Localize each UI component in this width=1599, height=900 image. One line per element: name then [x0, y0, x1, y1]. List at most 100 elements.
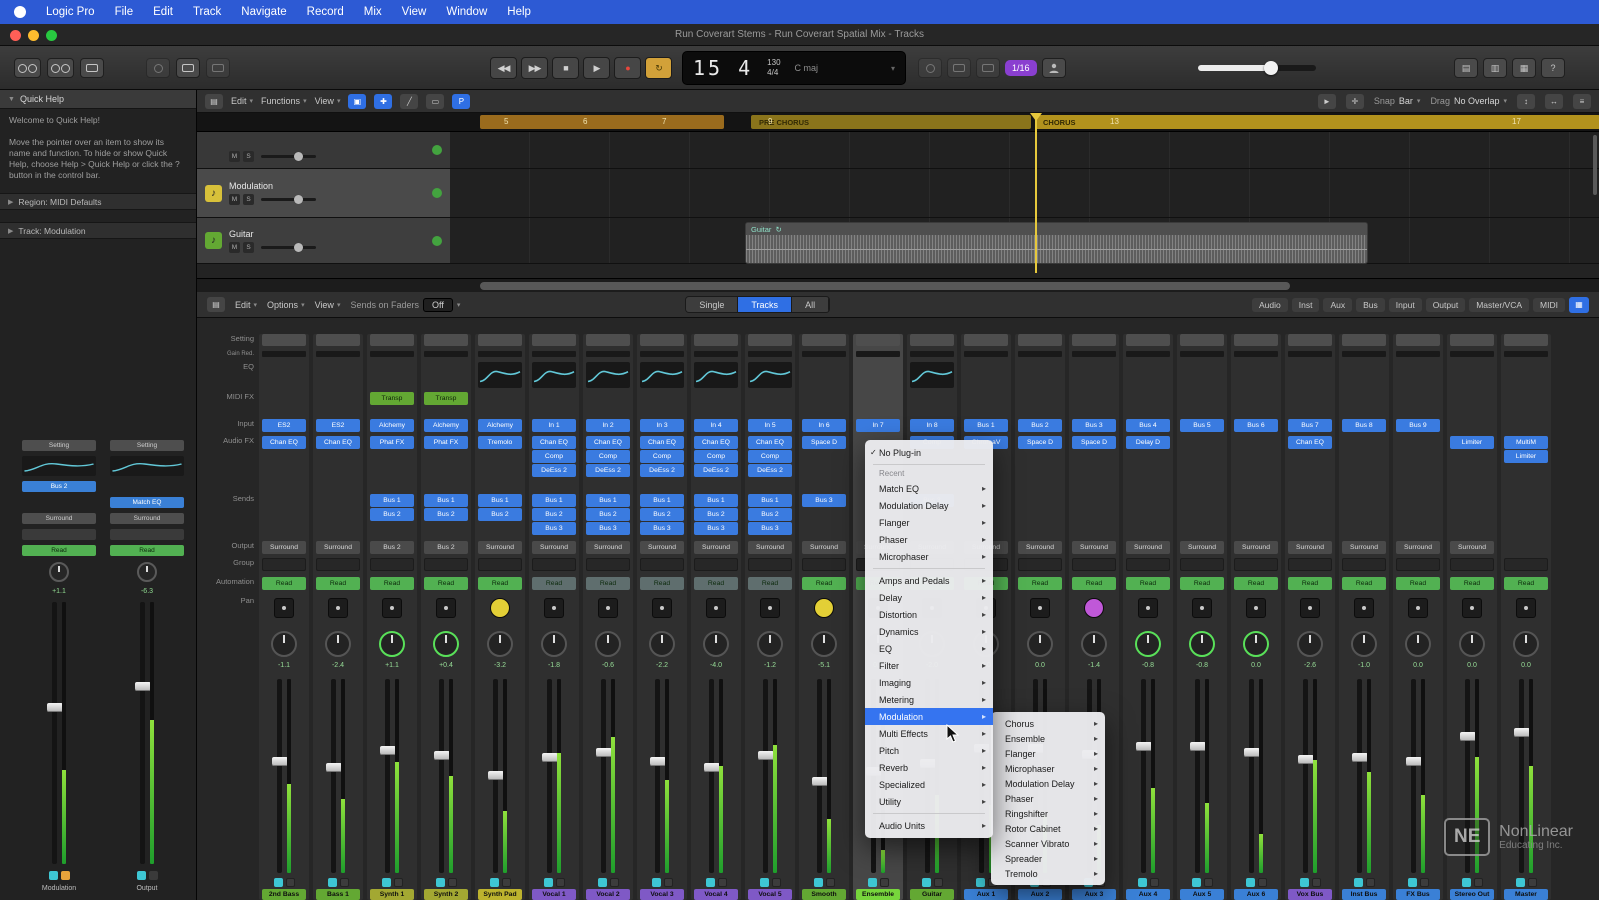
fader-cap[interactable] — [1351, 753, 1368, 763]
volume-fader[interactable] — [694, 677, 738, 875]
volume-fader[interactable] — [532, 677, 576, 875]
mute-button[interactable] — [651, 878, 661, 887]
channel-setting-button[interactable] — [1288, 334, 1332, 346]
output-slot[interactable]: Surround — [1288, 541, 1332, 554]
output-slot[interactable]: Surround — [1234, 541, 1278, 554]
quick-help-header[interactable]: ▼ Quick Help — [0, 90, 196, 109]
send-slot[interactable]: Bus 2 — [586, 508, 630, 521]
fader-cap[interactable] — [271, 757, 288, 767]
audio-fx-slot[interactable]: Chan EQ — [532, 436, 576, 449]
vertical-scrollbar[interactable] — [1593, 135, 1597, 195]
surround-panner[interactable] — [544, 598, 564, 618]
solo-button[interactable] — [1149, 878, 1159, 887]
audio-fx-slot[interactable]: DeEss 2 — [640, 464, 684, 477]
group-slot[interactable] — [586, 558, 630, 571]
toolbar-toggle-icon[interactable] — [80, 58, 104, 78]
menubar-item[interactable]: File — [105, 0, 144, 24]
plugin-submenu-item[interactable]: Tremolo ▸ — [991, 866, 1105, 881]
send-slot[interactable]: Bus 3 — [802, 494, 846, 507]
setting-button[interactable]: Setting — [22, 440, 96, 451]
surround-panner[interactable] — [652, 598, 672, 618]
pan-knob[interactable] — [433, 631, 459, 657]
output-slot[interactable]: Surround — [1018, 541, 1062, 554]
pointer-tool-selector[interactable]: ► — [1317, 93, 1336, 109]
send-slot[interactable]: Bus 2 — [640, 508, 684, 521]
audio-fx-slot[interactable]: Chan EQ — [586, 436, 630, 449]
channel-name[interactable]: Vocal 3 — [640, 889, 684, 900]
track-header[interactable]: ♪ Modulation M S — [197, 169, 450, 217]
channel-name[interactable]: Smooth — [802, 889, 846, 900]
mixer-menu[interactable]: Edit ▾ — [235, 300, 257, 310]
pan-knob[interactable] — [595, 631, 621, 657]
channel-filter-button[interactable]: Inst — [1291, 297, 1320, 312]
count-in-icon[interactable] — [947, 58, 971, 78]
group-slot[interactable] — [1450, 558, 1494, 571]
volume-fader[interactable] — [22, 600, 96, 866]
pan-knob[interactable] — [1459, 631, 1485, 657]
scrollbar-thumb[interactable] — [480, 282, 1290, 290]
audio-region[interactable]: Guitar ↻ — [745, 222, 1368, 264]
channel-setting-button[interactable] — [856, 334, 900, 346]
pan-knob[interactable] — [1243, 631, 1269, 657]
volume-fader[interactable] — [1234, 677, 1278, 875]
track-volume-slider[interactable] — [261, 242, 316, 252]
lcd-display[interactable]: 15 4 130 4/4 C maj ▾ — [682, 51, 906, 85]
surround-panner[interactable] — [1462, 598, 1482, 618]
audio-fx-slot[interactable]: DeEss 2 — [694, 464, 738, 477]
mute-button[interactable] — [1407, 878, 1417, 887]
audio-fx-slot[interactable]: Comp — [532, 450, 576, 463]
input-slot[interactable]: In 2 — [586, 419, 630, 432]
send-slot[interactable]: Bus 1 — [748, 494, 792, 507]
send-slot[interactable]: Bus 2 — [694, 508, 738, 521]
automation-mode-button[interactable]: Read — [1234, 577, 1278, 590]
fader-cap[interactable] — [379, 745, 396, 755]
group-slot[interactable] — [478, 558, 522, 571]
mute-button[interactable] — [136, 871, 146, 880]
snap-control[interactable]: Snap Bar ▾ — [1374, 96, 1421, 106]
fader-cap[interactable] — [325, 763, 342, 773]
plugin-menu-item[interactable]: Distortion ▸ — [865, 606, 993, 623]
mute-button[interactable] — [705, 878, 715, 887]
mute-button[interactable] — [1353, 878, 1363, 887]
audio-fx-slot[interactable]: DeEss 2 — [586, 464, 630, 477]
zoom-button[interactable] — [46, 30, 57, 41]
automation-mode-button[interactable]: Read — [478, 577, 522, 590]
input-slot[interactable]: Bus 7 — [1288, 419, 1332, 432]
mute-button[interactable] — [759, 878, 769, 887]
channel-name[interactable]: Aux 2 — [1018, 889, 1062, 900]
output-slot[interactable]: Surround — [586, 541, 630, 554]
sends-on-faders-value[interactable]: Off — [423, 297, 453, 312]
mixer-menu[interactable]: Options ▾ — [267, 300, 305, 310]
volume-fader[interactable] — [370, 677, 414, 875]
track-mute-button[interactable]: M — [229, 150, 240, 162]
surround-panner[interactable] — [814, 598, 834, 618]
channel-setting-button[interactable] — [694, 334, 738, 346]
automation-mode-button[interactable]: Read — [532, 577, 576, 590]
channel-setting-button[interactable] — [1126, 334, 1170, 346]
solo-button[interactable] — [339, 878, 349, 887]
mute-button[interactable] — [1137, 878, 1147, 887]
surround-panner[interactable] — [1246, 598, 1266, 618]
transport-button[interactable]: ↻ — [645, 57, 672, 79]
pan-knob[interactable] — [811, 631, 837, 657]
group-slot[interactable] — [1342, 558, 1386, 571]
midi-fx-slot[interactable]: Transp — [370, 392, 414, 405]
channel-name[interactable]: Ensemble — [856, 889, 900, 900]
group-slot[interactable] — [1288, 558, 1332, 571]
solo-button[interactable] — [555, 878, 565, 887]
volume-fader[interactable] — [802, 677, 846, 875]
auto-zoom-icon[interactable]: ✚ — [374, 93, 393, 109]
plugin-menu-item[interactable]: Audio Units ▸ — [865, 817, 993, 834]
automation-mode-button[interactable]: Read — [110, 545, 184, 556]
solo-button[interactable] — [1365, 878, 1375, 887]
pan-knob[interactable] — [137, 562, 157, 582]
automation-mode-button[interactable]: Read — [424, 577, 468, 590]
channel-setting-button[interactable] — [1180, 334, 1224, 346]
solo-button[interactable] — [663, 878, 673, 887]
solo-button[interactable] — [933, 878, 943, 887]
audio-fx-slot[interactable]: Limiter — [1450, 436, 1494, 449]
group-slot[interactable] — [640, 558, 684, 571]
channel-setting-button[interactable] — [802, 334, 846, 346]
horizontal-zoom-icon[interactable]: ↔ — [1545, 93, 1563, 109]
track-header[interactable]: M S — [197, 132, 450, 168]
